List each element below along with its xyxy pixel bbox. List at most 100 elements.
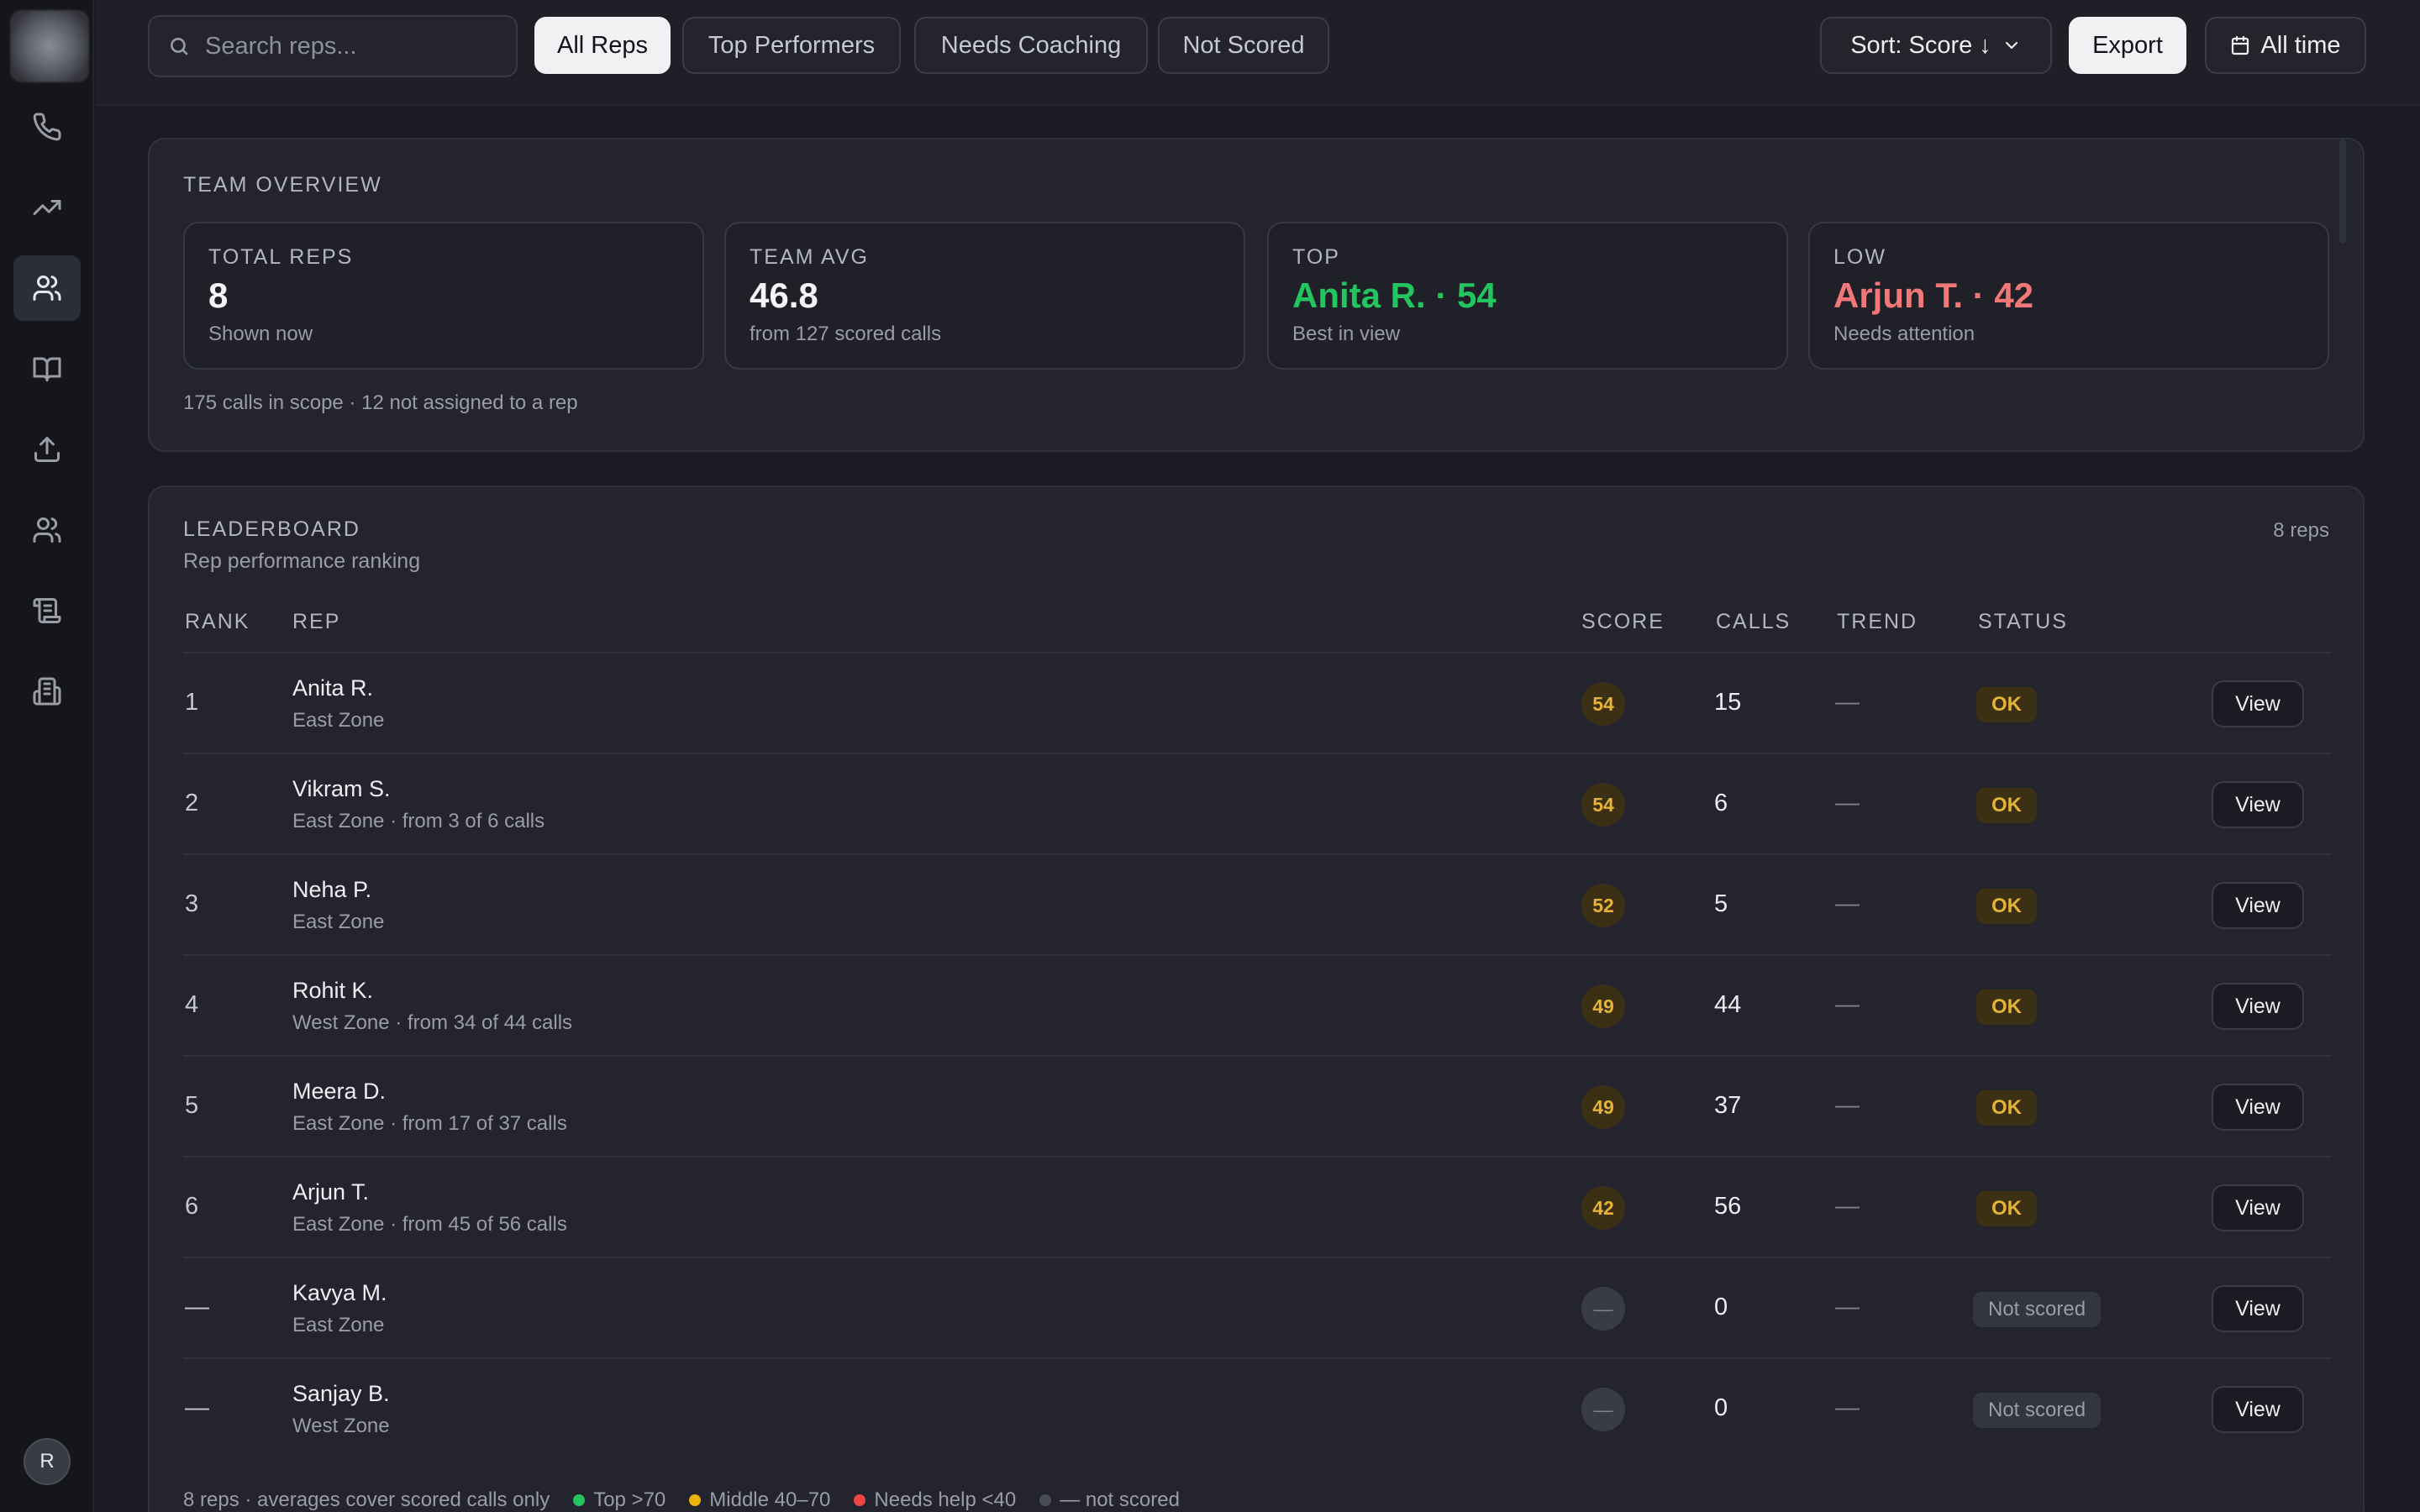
rep-name: Kavya M.	[292, 1280, 387, 1305]
score-badge: 42	[1581, 1186, 1625, 1230]
nav-calls[interactable]	[13, 94, 81, 160]
view-button[interactable]: View	[2212, 1386, 2304, 1433]
col-calls: CALLS	[1716, 610, 1791, 633]
rep-meta: West Zone	[292, 1415, 390, 1437]
view-button[interactable]: View	[2212, 983, 2304, 1030]
score-badge: 54	[1581, 783, 1625, 827]
rep-meta: West Zone · from 34 of 44 calls	[292, 1011, 573, 1034]
leaderboard-subtitle: Rep performance ranking	[183, 549, 421, 573]
sort-dropdown[interactable]: Sort: Score ↓	[1820, 17, 2052, 74]
table-row: — Kavya M. East Zone — 0 — Not scored Vi…	[183, 1257, 2331, 1357]
rep-name: Sanjay B.	[292, 1381, 390, 1406]
leaderboard-footer: 8 reps · averages cover scored calls onl…	[183, 1488, 1180, 1512]
stat-top: TOP Anita R. · 54 Best in view	[1267, 222, 1788, 370]
legend-not-scored: — not scored	[1060, 1488, 1180, 1511]
score-badge: —	[1581, 1287, 1625, 1331]
nav-upload[interactable]	[13, 417, 81, 482]
rep-meta: East Zone · from 45 of 56 calls	[292, 1213, 567, 1236]
table-row: 1 Anita R. East Zone 54 15 — OK View	[183, 652, 2331, 753]
rep-name: Rohit K.	[292, 978, 374, 1003]
status-badge: Not scored	[1973, 1393, 2102, 1428]
sidebar: R	[0, 0, 94, 1512]
rank: 2	[185, 790, 199, 816]
view-button[interactable]: View	[2212, 1184, 2304, 1231]
stat-value: 46.8	[750, 276, 818, 315]
table-row: — Sanjay B. West Zone — 0 — Not scored V…	[183, 1357, 2331, 1458]
stat-low: LOW Arjun T. · 42 Needs attention	[1808, 222, 2329, 370]
calls-count: 15	[1714, 689, 1742, 716]
view-button[interactable]: View	[2212, 781, 2304, 828]
score-badge: 49	[1581, 1085, 1625, 1129]
stat-total-reps: TOTAL REPS 8 Shown now	[183, 222, 704, 370]
rank: —	[185, 1294, 209, 1320]
rep-name: Arjun T.	[292, 1179, 370, 1205]
rep-meta: East Zone · from 3 of 6 calls	[292, 810, 545, 832]
building-icon	[33, 677, 61, 706]
stat-label: TEAM AVG	[750, 245, 869, 269]
team-overview-title: TEAM OVERVIEW	[183, 173, 382, 197]
rep-meta: East Zone · from 17 of 37 calls	[292, 1112, 567, 1135]
app-logo[interactable]	[10, 10, 89, 82]
export-button[interactable]: Export	[2069, 17, 2186, 74]
view-button[interactable]: View	[2212, 882, 2304, 929]
scroll-icon	[33, 598, 61, 623]
rank: —	[185, 1394, 209, 1421]
user-avatar[interactable]: R	[24, 1438, 71, 1485]
filter-needs-coaching[interactable]: Needs Coaching	[914, 17, 1148, 74]
stat-label: TOTAL REPS	[208, 245, 354, 269]
table-row: 3 Neha P. East Zone 52 5 — OK View	[183, 853, 2331, 954]
legend-top: Top >70	[593, 1488, 666, 1511]
search-box[interactable]	[148, 15, 518, 77]
view-button[interactable]: View	[2212, 680, 2304, 727]
rank: 1	[185, 689, 199, 716]
filter-all-reps[interactable]: All Reps	[534, 17, 671, 74]
nav-reps[interactable]	[13, 255, 81, 321]
calls-count: 0	[1714, 1394, 1728, 1421]
stat-value: 8	[208, 276, 229, 315]
status-badge: OK	[1976, 687, 2037, 722]
search-input[interactable]	[205, 32, 508, 60]
stat-sub: Best in view	[1292, 323, 1401, 345]
search-icon	[171, 38, 188, 55]
calls-count: 0	[1714, 1294, 1728, 1320]
trend: —	[1835, 991, 1860, 1018]
filter-not-scored[interactable]: Not Scored	[1158, 17, 1329, 74]
score-badge: 49	[1581, 984, 1625, 1028]
legend-dot-not-scored	[1039, 1494, 1052, 1506]
date-range-button[interactable]: All time	[2205, 17, 2366, 74]
nav-team[interactable]	[13, 497, 81, 563]
nav-library[interactable]	[13, 336, 81, 402]
calendar-icon	[2232, 35, 2249, 55]
upload-icon	[34, 437, 60, 462]
nav-scripts[interactable]	[13, 578, 81, 643]
table-row: 5 Meera D. East Zone · from 17 of 37 cal…	[183, 1055, 2331, 1156]
rep-meta: East Zone	[292, 1314, 385, 1336]
trending-up-icon	[33, 200, 61, 215]
status-badge: OK	[1976, 1090, 2037, 1126]
stat-label: TOP	[1292, 245, 1340, 269]
trend: —	[1835, 790, 1860, 816]
status-badge: OK	[1976, 990, 2037, 1025]
filter-top-performers[interactable]: Top Performers	[682, 17, 901, 74]
calls-count: 5	[1714, 890, 1728, 917]
legend-needs-help: Needs help <40	[874, 1488, 1017, 1511]
users-icon	[33, 276, 61, 301]
stat-team-avg: TEAM AVG 46.8 from 127 scored calls	[724, 222, 1245, 370]
rep-name: Vikram S.	[292, 776, 391, 801]
book-open-icon	[33, 357, 61, 381]
view-button[interactable]: View	[2212, 1285, 2304, 1332]
status-badge: OK	[1976, 1191, 2037, 1226]
status-badge: OK	[1976, 889, 2037, 924]
date-range-label: All time	[2260, 31, 2341, 59]
sort-label: Sort: Score ↓	[1850, 31, 1991, 59]
legend-middle: Middle 40–70	[709, 1488, 831, 1511]
stat-sub: Shown now	[208, 323, 313, 345]
score-badge: —	[1581, 1388, 1625, 1431]
panel-scrollbar[interactable]	[2339, 139, 2346, 244]
nav-company[interactable]	[13, 659, 81, 724]
nav-analytics[interactable]	[13, 175, 81, 240]
calls-count: 44	[1714, 991, 1742, 1018]
calls-count: 37	[1714, 1092, 1742, 1119]
rep-meta: East Zone	[292, 709, 385, 732]
view-button[interactable]: View	[2212, 1084, 2304, 1131]
